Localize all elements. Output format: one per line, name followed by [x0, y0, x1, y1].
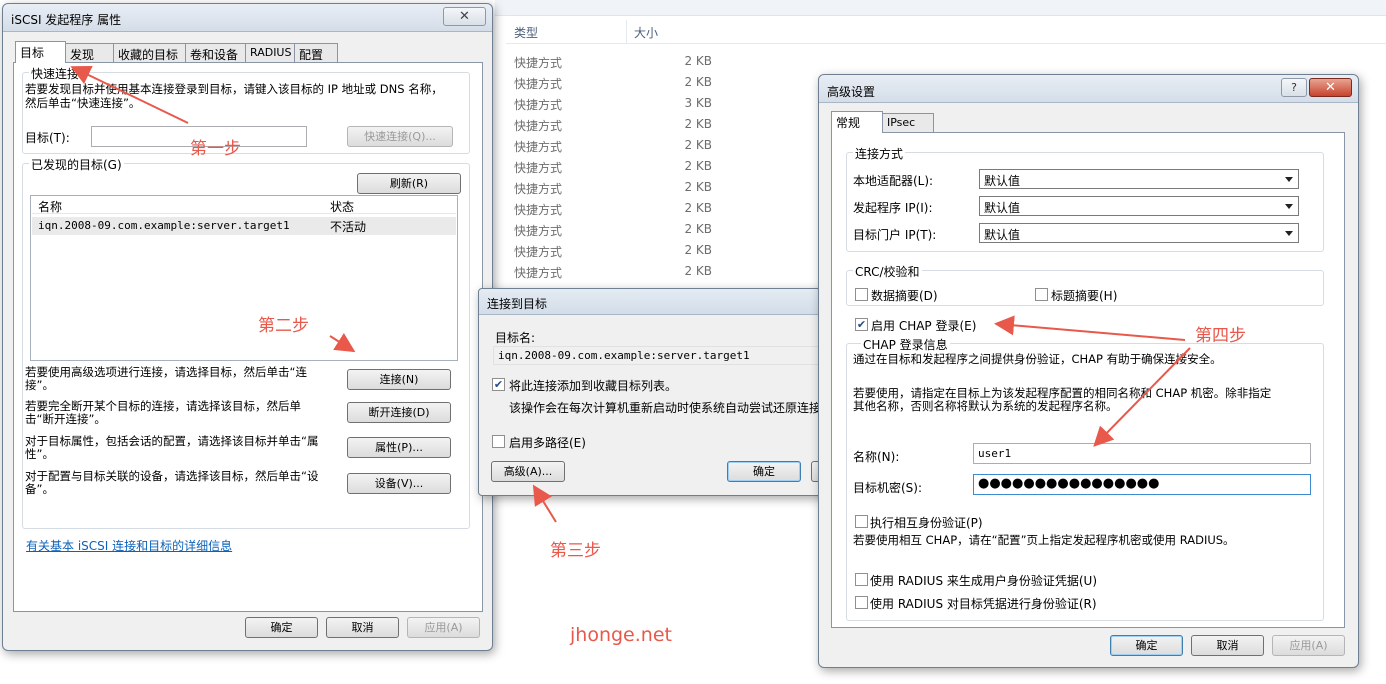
arrow-step2	[329, 332, 356, 353]
arrow-step4a	[994, 315, 1186, 341]
annotation-step3: 第三步	[550, 541, 601, 561]
annotation-step1: 第一步	[190, 139, 241, 159]
arrow-step4b	[1093, 347, 1191, 447]
tab-general[interactable]: 常规	[831, 111, 883, 133]
arrow-step1	[70, 65, 189, 124]
annotation-step4: 第四步	[1195, 326, 1246, 346]
arrow-step3	[532, 484, 557, 523]
watermark: jhonge.net	[570, 624, 672, 646]
annotation-arrows	[70, 65, 1191, 523]
tab-0[interactable]: 目标	[15, 41, 66, 63]
annotation-step2: 第二步	[258, 316, 309, 336]
